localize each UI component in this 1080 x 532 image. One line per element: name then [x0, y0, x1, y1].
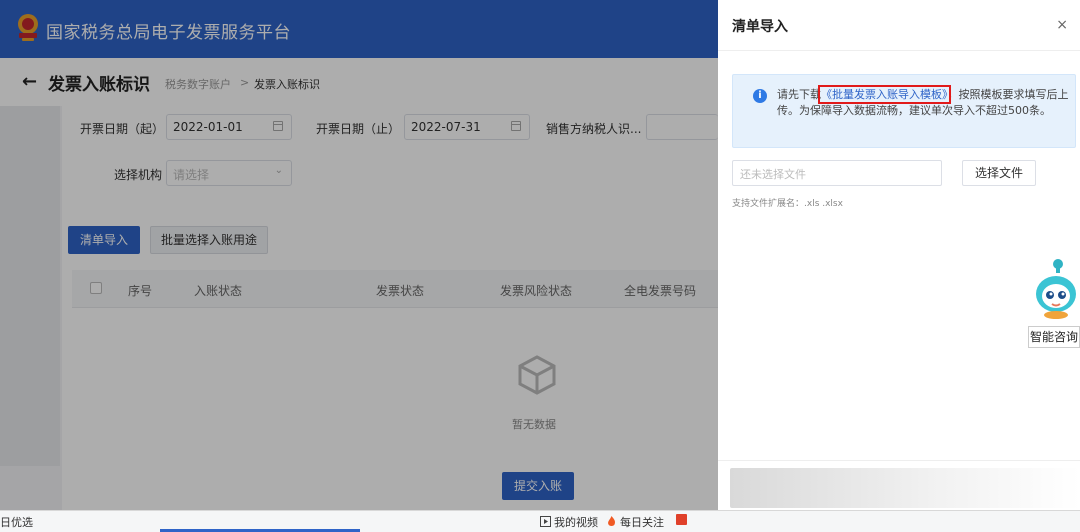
flame-icon [608, 516, 616, 526]
file-name-field[interactable]: 还未选择文件 [732, 160, 942, 186]
drawer-title: 清单导入 [732, 19, 788, 35]
taskbar-item-app[interactable] [676, 514, 690, 527]
assistant-robot-icon[interactable] [1030, 258, 1078, 320]
close-icon[interactable]: × [1056, 17, 1068, 33]
notice-text: 请先下载《批量发票入账导入模板》，按照模板要求填写后上传。为保障导入数据流畅，建… [777, 85, 1071, 119]
play-icon [540, 516, 551, 527]
info-icon: i [753, 89, 767, 103]
choose-file-button[interactable]: 选择文件 [962, 160, 1036, 186]
notice-alert: i 请先下载《批量发票入账导入模板》，按照模板要求填写后上传。为保障导入数据流畅… [732, 74, 1076, 148]
import-drawer: 清单导入 × i 请先下载《批量发票入账导入模板》，按照模板要求填写后上传。为保… [718, 0, 1080, 510]
assistant-label[interactable]: 智能咨询 [1028, 326, 1080, 348]
taskbar-item-videos[interactable]: 我的视频 [540, 514, 598, 530]
drawer-divider [718, 50, 1080, 51]
drawer-footer-divider [718, 460, 1080, 461]
notice-prefix: 请先下载 [777, 88, 821, 101]
taskbar-item-daily[interactable]: 每日关注 [606, 514, 664, 530]
taskbar-item-label: 每日关注 [620, 516, 664, 529]
taskbar-item-label: 我的视频 [554, 516, 598, 529]
taskbar-left-text[interactable]: 日优选 [0, 514, 33, 530]
template-download-link[interactable]: 《批量发票入账导入模板》 [818, 85, 951, 104]
app-icon [676, 514, 687, 525]
modal-overlay[interactable] [0, 0, 718, 510]
drawer-footer [730, 468, 1080, 508]
file-extension-hint: 支持文件扩展名：.xls .xlsx [732, 199, 843, 209]
